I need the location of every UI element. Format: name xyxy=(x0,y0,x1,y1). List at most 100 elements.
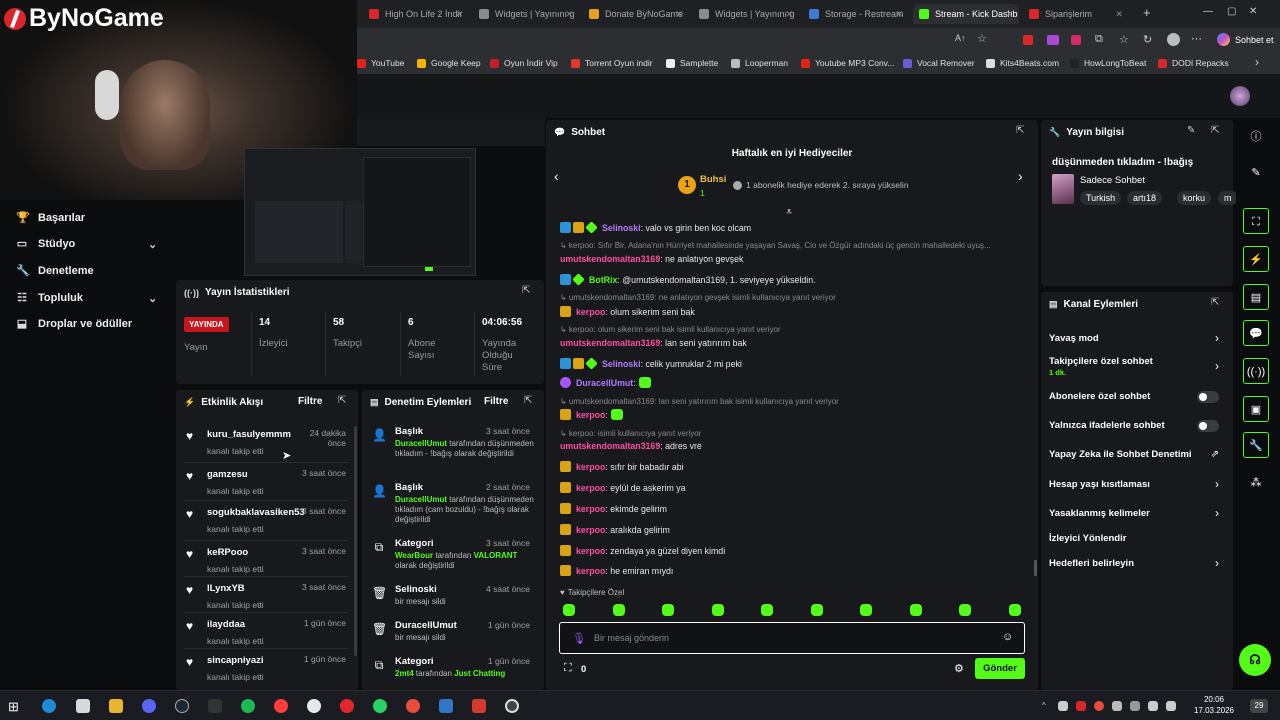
stream-tag[interactable]: korku xyxy=(1177,191,1212,205)
close-tab-icon[interactable]: ✕ xyxy=(1005,9,1013,20)
sidebar-item[interactable]: ☷ Topluluk ⌄ xyxy=(16,292,157,305)
chevron-right-icon[interactable]: › xyxy=(1215,331,1219,345)
file-explorer-icon[interactable] xyxy=(109,699,123,713)
channel-action-item[interactable]: Takipçilere özel sohbet 1 dk. › xyxy=(1041,356,1233,377)
profile-avatar[interactable] xyxy=(1167,33,1180,46)
sidebar-item[interactable]: 🔧 Denetleme xyxy=(16,265,94,277)
activity-item[interactable]: ♥ gamzesu kanalı takip etti 3 saat önce xyxy=(176,466,354,502)
spotify-icon[interactable] xyxy=(241,699,255,713)
emote-icon[interactable] xyxy=(711,604,724,616)
emote-icon[interactable] xyxy=(810,604,823,616)
chat-username[interactable]: DuracellUmut xyxy=(576,378,633,388)
tray-overflow-icon[interactable]: ^ xyxy=(1042,701,1046,710)
tray-icon[interactable] xyxy=(1058,701,1068,711)
discord-icon[interactable] xyxy=(142,699,156,713)
app-icon[interactable] xyxy=(307,699,321,713)
chat-username[interactable]: kerpoo xyxy=(576,462,605,472)
emote-icon[interactable] xyxy=(662,604,674,616)
channel-action-item[interactable]: Hedefleri belirleyin › xyxy=(1041,556,1233,578)
minimize-icon[interactable]: — xyxy=(1203,6,1213,17)
expand-icon[interactable]: ⇱ xyxy=(522,285,530,296)
expand-icon[interactable]: ⇱ xyxy=(1211,297,1219,308)
wrench-icon[interactable]: 🔧 xyxy=(1243,432,1269,458)
epic-games-icon[interactable] xyxy=(208,699,222,713)
new-tab-icon[interactable]: + xyxy=(1143,5,1151,20)
history-icon[interactable]: ↻ xyxy=(1143,33,1152,46)
chat-message[interactable]: Selinoski: celik yumruklar 2 mi peki xyxy=(560,357,742,370)
adblock-extension-icon[interactable] xyxy=(1023,35,1033,45)
toggle-switch[interactable] xyxy=(1197,391,1219,403)
chat-message[interactable]: kerpoo: zendaya ya güzel diyen kimdi xyxy=(560,545,725,556)
moderation-item[interactable]: ⧉ Kategori 1 gün önce 2mt4 tarafından Just … xyxy=(362,656,540,690)
maximize-icon[interactable]: ▢ xyxy=(1227,6,1236,17)
sidebar-item[interactable]: ▭ Stüdyo ⌄ xyxy=(16,238,157,251)
expand-icon[interactable]: ⇱ xyxy=(524,395,532,406)
chevron-down-icon[interactable]: ⌄ xyxy=(148,238,157,251)
expand-icon[interactable]: ⇱ xyxy=(338,395,346,406)
emote-icon[interactable] xyxy=(563,604,575,616)
chat-message[interactable]: umutskendomaltan3169: adres vre xyxy=(560,441,702,451)
support-headset-icon[interactable]: ☊ xyxy=(1239,644,1271,676)
bookmark-item[interactable]: DODI Repacks xyxy=(1158,58,1229,68)
layout-icon[interactable]: ▣ xyxy=(1243,396,1269,422)
pencil-icon[interactable]: ✎ xyxy=(1243,160,1269,186)
chat-message[interactable]: kerpoo: xyxy=(560,409,623,420)
chat-username[interactable]: umutskendomaltan3169 xyxy=(560,254,660,264)
edge-browser-icon[interactable] xyxy=(42,699,56,713)
moderation-item[interactable]: ⧉ Kategori 3 saat önce WearBour tarafından … xyxy=(362,538,540,582)
stream-tag[interactable]: m xyxy=(1218,191,1238,205)
chat-username[interactable]: kerpoo xyxy=(576,483,605,493)
channel-action-item[interactable]: Abonelere özel sohbet xyxy=(1041,391,1233,411)
chat-username[interactable]: umutskendomaltan3169 xyxy=(560,441,660,451)
clock-date[interactable]: 17.03.2026 xyxy=(1192,706,1236,715)
extensions-puzzle-icon[interactable]: ⧉ xyxy=(1095,33,1103,46)
emote-icon[interactable] xyxy=(1008,604,1021,616)
moderation-item[interactable]: 👤 Başlık 3 saat önce DuracellUmut tarafında… xyxy=(362,426,540,470)
bookmark-item[interactable]: HowLongToBeat xyxy=(1070,58,1146,68)
chevron-right-icon[interactable]: › xyxy=(1215,556,1219,570)
tray-icon[interactable] xyxy=(1112,701,1122,711)
chat-input[interactable]: 🎙 Bir mesaj gönderin ☺ xyxy=(559,622,1025,654)
chat-message[interactable]: Selinoski: valo vs girin ben koc olcam xyxy=(560,221,751,234)
close-tab-icon[interactable]: ✕ xyxy=(675,9,683,20)
browser-tab[interactable]: Storage - Restream ✕ xyxy=(803,4,909,24)
notification-badge[interactable]: 29 xyxy=(1250,699,1268,713)
expand-icon[interactable]: ⇱ xyxy=(1016,125,1024,136)
star-icon[interactable]: ☆ xyxy=(977,32,987,45)
bookmark-item[interactable]: Kits4Beats.com xyxy=(986,58,1059,68)
share-icon[interactable]: ⁂ xyxy=(1243,470,1269,496)
favorites-icon[interactable]: ☆ xyxy=(1119,33,1129,46)
chat-icon[interactable]: 💬 xyxy=(1243,320,1269,346)
bookmark-item[interactable]: Torrent Oyun indir xyxy=(571,58,653,68)
stream-tag[interactable]: Turkish xyxy=(1080,191,1122,205)
expand-icon[interactable]: ⇱ xyxy=(1211,125,1219,136)
copilot-chat-button[interactable]: Sohbet et xyxy=(1217,33,1274,46)
close-tab-icon[interactable]: ✕ xyxy=(455,9,463,20)
obs-studio-icon[interactable] xyxy=(505,699,519,713)
channel-action-item[interactable]: Yapay Zeka ile Sohbet Denetimi ⇗ xyxy=(1041,449,1233,469)
lightning-icon[interactable]: ⚡ xyxy=(1243,246,1269,272)
moderation-filter-button[interactable]: Filtre xyxy=(484,396,508,407)
channel-action-item[interactable]: Yalnızca ifadelerle sohbet xyxy=(1041,420,1233,440)
bookmark-item[interactable]: Oyun İndir Vip xyxy=(490,58,558,68)
opera-gx-icon[interactable] xyxy=(340,699,354,713)
chat-username[interactable]: Selinoski xyxy=(602,359,641,369)
address-bar[interactable]: A↑ ☆ ⧉ ☆ ↻ ⋯ Sohbet et xyxy=(357,28,1280,52)
channel-action-item[interactable]: Hesap yaşı kısıtlaması › xyxy=(1041,477,1233,499)
activity-item[interactable]: ♥ keRPooo kanalı takip etti 3 saat önce xyxy=(176,544,354,580)
chat-message[interactable]: kerpoo: aralıkda gelirim xyxy=(560,524,670,535)
app-icon[interactable] xyxy=(472,699,486,713)
tray-icon[interactable] xyxy=(1130,701,1140,711)
channel-points-icon[interactable]: ⛶ xyxy=(564,662,572,675)
chevron-right-icon[interactable]: › xyxy=(1215,477,1219,491)
collapse-chevron-icon[interactable]: ⩡ xyxy=(786,206,792,219)
browser-tab[interactable]: Stream - Kick Dashb ✕ xyxy=(913,4,1019,24)
emote-icon[interactable] xyxy=(959,604,971,616)
chat-username[interactable]: kerpoo xyxy=(576,566,605,576)
activity-item[interactable]: ♥ sincapniyazi kanalı takip etti 1 gün önce xyxy=(176,652,354,688)
chat-username[interactable]: umutskendomaltan3169 xyxy=(560,338,660,348)
network-icon[interactable] xyxy=(1148,701,1158,711)
chat-username[interactable]: Selinoski xyxy=(602,223,641,233)
app-icon[interactable] xyxy=(406,699,420,713)
chat-username[interactable]: kerpoo xyxy=(576,546,605,556)
